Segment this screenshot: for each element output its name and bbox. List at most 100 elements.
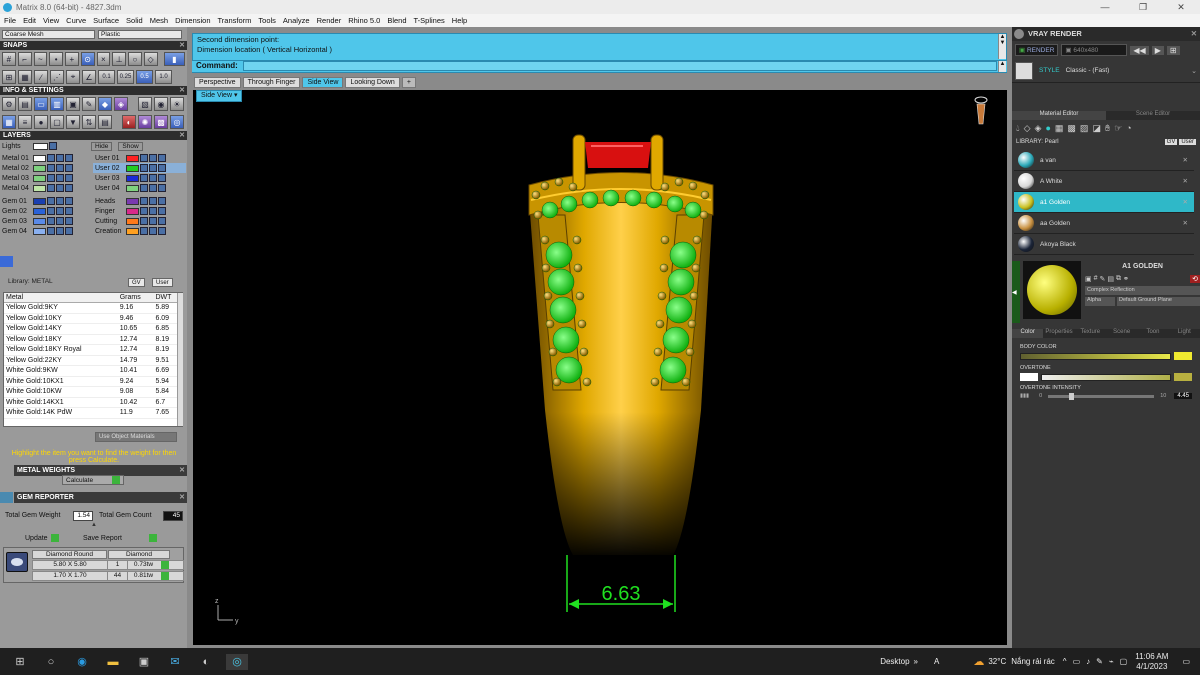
image-icon[interactable]: ▧: [138, 97, 152, 111]
layer-visible-icon[interactable]: [140, 174, 148, 182]
remove-icon[interactable]: ✕: [1183, 219, 1188, 227]
copy-icon[interactable]: ⧉: [1116, 275, 1121, 283]
snap-toggle-icon[interactable]: ▮: [163, 52, 186, 66]
collapse-icon[interactable]: ✕: [179, 492, 185, 503]
table-row[interactable]: Yellow Gold:9KY 9.16 5.89: [4, 302, 182, 314]
matrix-app-icon[interactable]: ◎: [226, 653, 248, 670]
material-item[interactable]: a van ✕: [1014, 150, 1194, 171]
layer-lock-icon[interactable]: [149, 227, 157, 235]
usb-icon[interactable]: ⌁: [1109, 657, 1114, 666]
layer-row[interactable]: Gem 01: [0, 196, 93, 206]
lights-toggle[interactable]: [49, 142, 57, 150]
add-view-button[interactable]: +: [401, 77, 416, 88]
layer-color-swatch[interactable]: [126, 207, 139, 215]
layer-visible-icon[interactable]: [140, 207, 148, 215]
layer-color-swatch[interactable]: [126, 217, 139, 225]
folder-icon[interactable]: ▭: [34, 97, 48, 111]
menu-analyze[interactable]: Analyze: [283, 16, 310, 25]
hand-icon[interactable]: ✋︎: [1105, 123, 1110, 134]
menu-solid[interactable]: Solid: [126, 16, 143, 25]
lights-swatch[interactable]: [33, 142, 48, 150]
menu-file[interactable]: File: [4, 16, 16, 25]
layer-name[interactable]: Metal 03: [0, 175, 33, 182]
layer-select-icon[interactable]: [65, 197, 73, 205]
tab-properties[interactable]: Properties: [1043, 329, 1074, 338]
layer-row[interactable]: User 01: [93, 153, 186, 163]
layer-lock-icon[interactable]: [56, 154, 64, 162]
layer-lock-icon[interactable]: [149, 197, 157, 205]
restore-button[interactable]: ❐: [1124, 0, 1162, 14]
table-row[interactable]: White Gold:14K PdW 11.9 7.65: [4, 407, 182, 419]
style-select[interactable]: Classic - (Fast): [1066, 67, 1110, 74]
table-row[interactable]: White Gold:10KW 9.08 5.84: [4, 386, 182, 398]
tab-side-view[interactable]: Side View: [302, 77, 344, 88]
layer-row[interactable]: Creation: [93, 226, 186, 236]
ground-select[interactable]: Default Ground Plane: [1117, 297, 1200, 306]
material-item[interactable]: aa Golden ✕: [1014, 213, 1194, 234]
go-icon[interactable]: [161, 561, 169, 569]
show-button[interactable]: Show: [118, 141, 143, 151]
layer-select-icon[interactable]: [158, 154, 166, 162]
menu-render[interactable]: Render: [317, 16, 342, 25]
layer-name[interactable]: Heads: [93, 198, 126, 205]
tan-snap-icon[interactable]: ○: [128, 52, 142, 66]
layer-lock-icon[interactable]: [149, 217, 157, 225]
chevron-down-icon[interactable]: ⌄: [1191, 67, 1197, 75]
box-icon[interactable]: ▢: [50, 115, 64, 129]
tab-texture[interactable]: Texture: [1075, 329, 1106, 338]
sort-icon[interactable]: ⇅: [82, 115, 96, 129]
overtone-swatch-gold[interactable]: [1174, 373, 1192, 381]
layer-lock-icon[interactable]: [56, 184, 64, 192]
material-item[interactable]: a1 Golden ✕: [1014, 192, 1194, 213]
layer-color-swatch[interactable]: [126, 174, 139, 182]
search-icon[interactable]: ○: [40, 654, 62, 670]
layer-name[interactable]: Cutting: [93, 218, 126, 225]
layer-visible-icon[interactable]: [47, 217, 55, 225]
command-input[interactable]: [243, 61, 997, 71]
layer-row[interactable]: Gem 03: [0, 216, 93, 226]
gem-row[interactable]: 5.80 X 5.80 1 0.73tw: [32, 560, 184, 570]
material-select[interactable]: Plastic: [98, 30, 182, 39]
use-object-materials-button[interactable]: Use Object Materials: [95, 432, 177, 442]
diamond-icon[interactable]: ◇: [1024, 123, 1031, 134]
layer-name[interactable]: User 02: [93, 165, 126, 172]
collapse-icon[interactable]: ✕: [179, 465, 185, 476]
material-item[interactable]: Akoya Black: [1014, 234, 1194, 255]
body-color-slider[interactable]: [1020, 352, 1171, 360]
layer-visible-icon[interactable]: [140, 164, 148, 172]
menu-curve[interactable]: Curve: [66, 16, 86, 25]
layer-lock-icon[interactable]: [56, 217, 64, 225]
overtone-swatch-white[interactable]: [1020, 373, 1038, 381]
planar-icon[interactable]: ▦: [18, 70, 32, 84]
cen-snap-icon[interactable]: ⊙: [80, 52, 95, 66]
mesh-select[interactable]: Coarse Mesh: [2, 30, 95, 39]
layer-visible-icon[interactable]: [140, 197, 148, 205]
layer-row[interactable]: Metal 02: [0, 163, 93, 173]
layer-row[interactable]: User 04: [93, 183, 186, 193]
command-scrollbar[interactable]: ▲ ▼: [998, 34, 1006, 59]
render-button[interactable]: ▣ RENDER: [1015, 44, 1059, 56]
layer-name[interactable]: Metal 04: [0, 185, 33, 192]
mail-icon[interactable]: ✉: [164, 654, 186, 670]
snap-value-2[interactable]: 0.25: [117, 70, 134, 84]
gem-row[interactable]: 1.70 X 1.70 44 0.81tw: [32, 571, 184, 581]
layer-name[interactable]: Finger: [93, 208, 126, 215]
layer-name[interactable]: Metal 01: [0, 155, 33, 162]
layer-name[interactable]: Metal 02: [0, 165, 33, 172]
table-row[interactable]: White Gold:10KX1 9.24 5.94: [4, 376, 182, 387]
layer-row[interactable]: Gem 02: [0, 206, 93, 216]
menu-transform[interactable]: Transform: [218, 16, 252, 25]
menu-edit[interactable]: Edit: [23, 16, 36, 25]
layer-name[interactable]: Gem 04: [0, 228, 33, 235]
snap-value-3[interactable]: 0.5: [136, 70, 153, 84]
light-icon[interactable]: ☀: [170, 97, 184, 111]
gem-icon[interactable]: ◈: [1035, 123, 1042, 134]
layer-visible-icon[interactable]: [47, 174, 55, 182]
render-icon[interactable]: ◐: [122, 115, 136, 129]
layer-row[interactable]: Gem 04: [0, 226, 93, 236]
hash-icon[interactable]: #: [1094, 275, 1098, 283]
menu-rhino[interactable]: Rhino 5.0: [348, 16, 380, 25]
layer-select-icon[interactable]: [65, 164, 73, 172]
sphere-icon[interactable]: ●: [1045, 123, 1050, 134]
chat-icon[interactable]: ▢: [1120, 657, 1128, 666]
